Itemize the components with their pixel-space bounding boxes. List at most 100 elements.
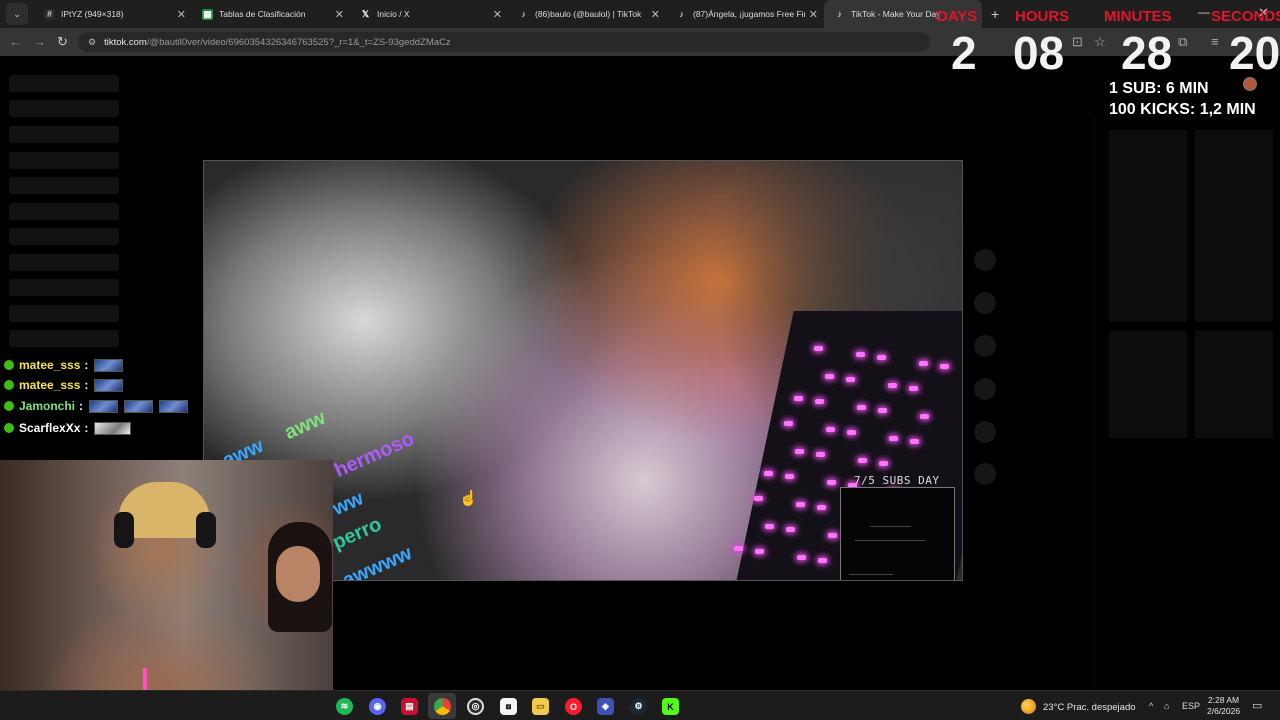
close-icon[interactable]: ✕ bbox=[651, 8, 660, 21]
chrome-icon[interactable] bbox=[434, 698, 451, 715]
keyboard-key-light bbox=[828, 533, 837, 538]
keyboard-key-light bbox=[919, 361, 928, 366]
subs-goal-label: 7/5 SUBS DAY bbox=[854, 474, 940, 487]
tab-tablas[interactable]: ▦ Tablas de Clasificación ✕ bbox=[192, 0, 350, 28]
chevron-down-icon: ⌄ bbox=[13, 8, 21, 19]
reload-icon[interactable]: ↻ bbox=[57, 34, 68, 50]
kick-badge-icon bbox=[4, 360, 14, 370]
chat-username: ScarflexXx bbox=[19, 421, 81, 435]
divider bbox=[1094, 116, 1095, 720]
install-app-icon[interactable]: ⊡ bbox=[1072, 34, 1083, 50]
mouse-cursor-icon: ☝ bbox=[459, 490, 478, 507]
kick-icon[interactable]: K bbox=[662, 698, 679, 715]
keyboard-key-light bbox=[754, 496, 763, 501]
discord-icon[interactable]: ◉ bbox=[369, 698, 386, 715]
keyboard-key-light bbox=[879, 461, 888, 466]
clock-date: 2/6/2026 bbox=[1207, 706, 1241, 716]
kick-badge-icon bbox=[4, 380, 14, 390]
tab-label: (86)baulo (@baulol) | TikTok bbox=[535, 9, 642, 19]
keyboard-key-light bbox=[826, 427, 835, 432]
new-tab-button[interactable]: + bbox=[991, 6, 999, 22]
tab-x[interactable]: 𝕏 Inicio / X ✕ bbox=[350, 0, 508, 28]
countdown-minutes-label: MINUTES bbox=[1104, 8, 1172, 25]
file-explorer-icon[interactable]: ▭ bbox=[532, 698, 549, 715]
network-icon[interactable]: ⌂ bbox=[1164, 701, 1169, 711]
keyboard-key-light bbox=[846, 377, 855, 382]
site-info-icon[interactable]: ⚙ bbox=[88, 37, 96, 48]
tab-label: IPtYZ (949×318) bbox=[61, 9, 124, 19]
clock-time: 2:28 AM bbox=[1207, 695, 1240, 705]
kicks-rule-text: 100 KICKS: 1,2 MIN bbox=[1109, 101, 1256, 118]
emote-image bbox=[124, 399, 154, 413]
tray-chevron-icon[interactable]: ^ bbox=[1149, 701, 1153, 711]
keyboard-key-light bbox=[765, 524, 774, 529]
sheets-icon: ▦ bbox=[202, 8, 213, 20]
countdown-hours-value: 08 bbox=[1013, 27, 1065, 79]
steam-icon[interactable]: ⚙ bbox=[630, 698, 647, 715]
minimize-icon[interactable]: — bbox=[1198, 5, 1210, 19]
reading-list-icon[interactable]: ≡ bbox=[1211, 34, 1219, 49]
close-icon[interactable]: ✕ bbox=[335, 8, 344, 21]
keyboard-key-light bbox=[734, 546, 743, 551]
more-button[interactable] bbox=[974, 463, 996, 485]
keyboard-key-light bbox=[910, 439, 919, 444]
share-button[interactable] bbox=[974, 378, 996, 400]
keyboard-key-light bbox=[847, 430, 856, 435]
countdown-days-label: DAYS bbox=[937, 8, 978, 25]
app-icon[interactable]: ◈ bbox=[597, 698, 614, 715]
sidebar-placeholder bbox=[9, 75, 119, 92]
sidebar-placeholder bbox=[9, 330, 119, 347]
weather-icon[interactable] bbox=[1021, 699, 1036, 714]
url-path: /@bautil0ver/video/6960354326346763525?_… bbox=[146, 36, 451, 48]
keyboard-key-light bbox=[817, 505, 826, 510]
tab-search-button[interactable]: ⌄ bbox=[6, 3, 28, 25]
close-icon[interactable]: ✕ bbox=[809, 8, 818, 21]
kick-badge-icon bbox=[4, 423, 14, 433]
tiktok-icon: ♪ bbox=[679, 9, 684, 19]
obs-icon[interactable]: ◎ bbox=[467, 698, 484, 715]
weather-text[interactable]: 23°C Prac. despejado bbox=[1043, 702, 1136, 713]
keyboard-key-light bbox=[794, 396, 803, 401]
chat-overlay-word: aww bbox=[281, 406, 329, 445]
tab-label: Inicio / X bbox=[377, 9, 410, 19]
tab-tiktok-angela[interactable]: ♪ (87)Ángela, ¡jugamos Free Fire ✕ bbox=[666, 0, 824, 28]
system-clock[interactable]: 2:28 AM 2/6/2026 bbox=[1207, 695, 1240, 717]
hash-icon: # bbox=[44, 8, 55, 20]
sidebar-placeholder bbox=[9, 100, 119, 117]
comment-button[interactable] bbox=[974, 292, 996, 314]
streamer-app-icon[interactable]: ▤ bbox=[401, 698, 418, 715]
recommendation-placeholder bbox=[1109, 331, 1187, 438]
sidebar-placeholder bbox=[9, 254, 119, 271]
countdown-minutes-value: 28 bbox=[1121, 27, 1173, 79]
url-host: tiktok.com bbox=[104, 36, 147, 48]
windows-taskbar: ≋ ◉ ▤ ◎ ⧈ ▭ O ◈ ⚙ K 23°C Prac. despejado… bbox=[0, 690, 1280, 720]
spotify-icon[interactable]: ≋ bbox=[336, 698, 353, 715]
extensions-icon[interactable]: ⧉ bbox=[1178, 34, 1187, 50]
like-button[interactable] bbox=[974, 249, 996, 271]
back-icon[interactable]: ← bbox=[9, 34, 22, 49]
sidebar-placeholder bbox=[9, 126, 119, 143]
kick-badge-icon bbox=[4, 401, 14, 411]
forward-icon[interactable]: → bbox=[33, 34, 46, 49]
url-field[interactable]: ⚙ tiktok.com/@bautil0ver/video/696035432… bbox=[78, 32, 930, 52]
tab-label: (87)Ángela, ¡jugamos Free Fire bbox=[693, 9, 805, 19]
close-icon[interactable]: ✕ bbox=[177, 8, 186, 21]
bookmark-button[interactable] bbox=[974, 335, 996, 357]
language-indicator[interactable]: ESP bbox=[1182, 701, 1200, 711]
keyboard-key-light bbox=[888, 383, 897, 388]
keyboard-key-light bbox=[825, 374, 834, 379]
keyboard-key-light bbox=[827, 480, 836, 485]
capcut-icon[interactable]: ⧈ bbox=[500, 698, 517, 715]
tab-iptyz[interactable]: # IPtYZ (949×318) ✕ bbox=[34, 0, 192, 28]
profile-avatar[interactable] bbox=[1243, 77, 1257, 91]
chat-overlay-word: hermoso bbox=[331, 427, 418, 483]
more-button[interactable] bbox=[974, 421, 996, 443]
opera-icon[interactable]: O bbox=[565, 698, 582, 715]
tab-tiktok-baulo[interactable]: ♪ (86)baulo (@baulol) | TikTok ✕ bbox=[508, 0, 666, 28]
emote-image bbox=[94, 358, 124, 372]
close-icon[interactable]: ✕ bbox=[493, 8, 502, 21]
countdown-days-value: 2 bbox=[951, 27, 977, 79]
bookmark-star-icon[interactable]: ☆ bbox=[1094, 34, 1106, 50]
notification-icon[interactable]: ▭ bbox=[1252, 699, 1262, 712]
keyboard-key-light bbox=[889, 436, 898, 441]
